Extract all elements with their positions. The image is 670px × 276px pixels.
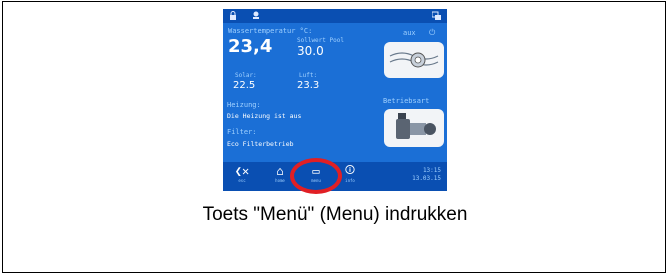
aux-power-icon: ⏻ (429, 28, 436, 37)
setpoint-value: 30.0 (297, 44, 324, 58)
aux-label: aux (403, 29, 416, 37)
back-icon: ❮✕ (234, 164, 250, 178)
setpoint-label: Sollwert Pool (297, 37, 344, 44)
solar-value: 22.5 (233, 80, 256, 91)
air-label: Luft: (299, 72, 318, 79)
water-temp-label: Wassertemperatur °C: (228, 27, 313, 35)
instruction-caption: Toets "Menü" (Menu) indrukken (202, 204, 468, 225)
heating-status: Die Heizung ist aus (227, 112, 302, 120)
water-temp-value: 23,4 (228, 36, 273, 57)
date: 13.03.15 (412, 175, 441, 182)
lock-icon (229, 11, 237, 23)
pool-tile-icon (389, 52, 439, 68)
esc-button[interactable]: ❮✕ esc (227, 164, 257, 190)
status-bar (223, 9, 447, 23)
clock: 13:15 13.03.15 (412, 167, 441, 183)
menu-highlight-ring (290, 158, 342, 194)
operating-mode-label: Betriebsart (383, 97, 430, 105)
heating-label: Heizung: (227, 101, 261, 109)
filter-label: Filter: (227, 128, 257, 136)
filter-status: Eco Filterbetrieb (227, 140, 294, 148)
pump-icon (396, 113, 436, 139)
fan-icon (251, 11, 261, 23)
operating-mode-tile[interactable] (384, 109, 444, 147)
time: 13:15 (422, 167, 441, 174)
network-icon (431, 11, 441, 23)
solar-label: Solar: (235, 72, 257, 79)
air-value: 23.3 (297, 80, 320, 91)
aux-pool-tile[interactable] (384, 42, 444, 78)
